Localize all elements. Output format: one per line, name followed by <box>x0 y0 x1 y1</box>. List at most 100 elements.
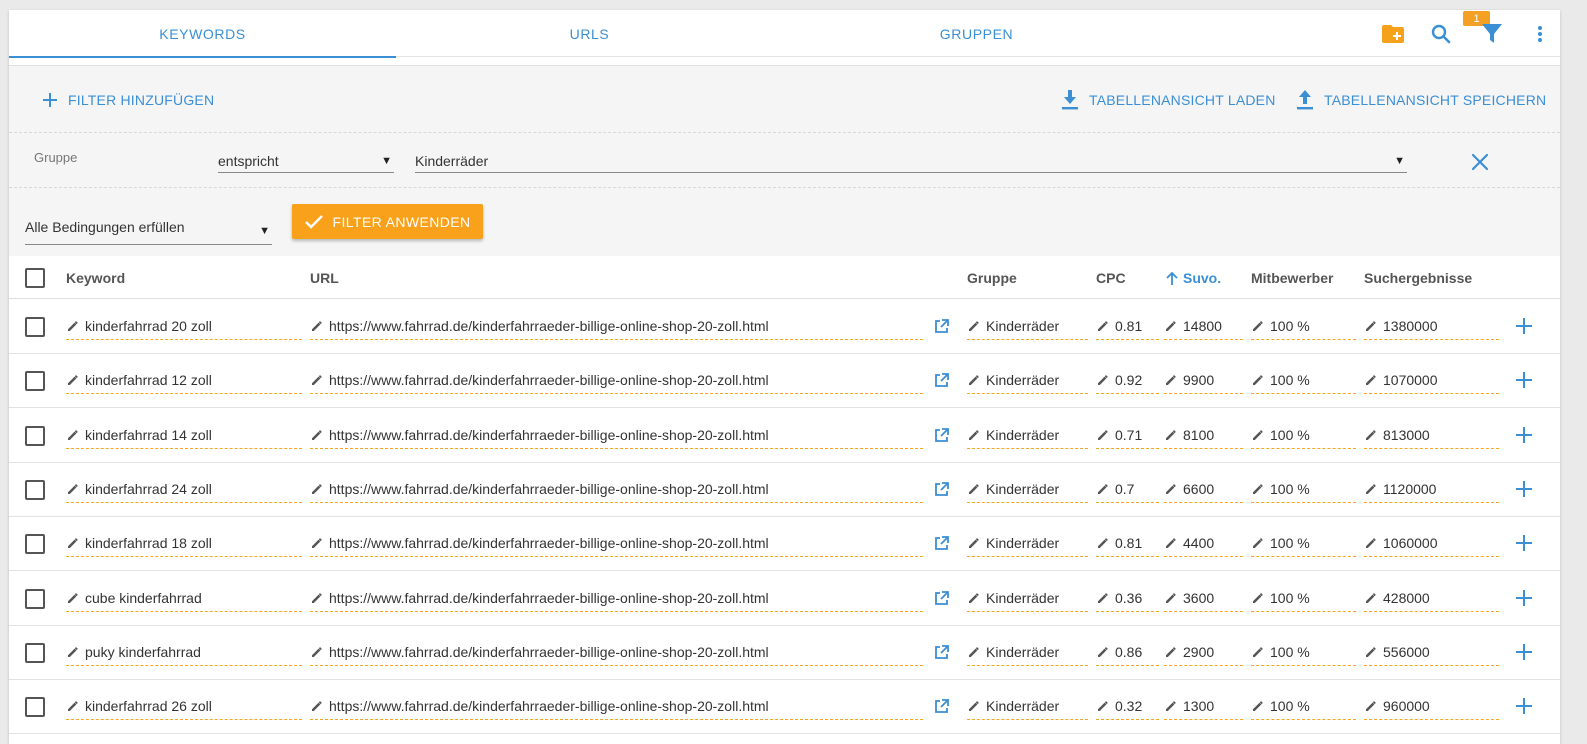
filter-value-select[interactable]: Kinderräder ▼ <box>415 149 1407 173</box>
tab-keywords[interactable]: KEYWORDS <box>9 10 396 58</box>
cpc-cell[interactable]: 0.32 <box>1096 693 1159 721</box>
keyword-cell[interactable]: puky kinderfahrrad <box>66 639 302 666</box>
group-cell[interactable]: Kinderräder <box>967 476 1088 503</box>
open-external-icon[interactable] <box>934 699 950 715</box>
new-folder-icon[interactable] <box>1381 22 1405 46</box>
results-cell[interactable]: 1070000 <box>1364 367 1499 395</box>
match-mode-select[interactable]: Alle Bedingungen erfüllen ▼ <box>25 216 272 245</box>
select-all-checkbox[interactable] <box>25 268 45 288</box>
results-cell[interactable]: 1380000 <box>1364 313 1499 340</box>
column-header-keyword[interactable]: Keyword <box>66 270 125 286</box>
volume-cell[interactable]: 2900 <box>1164 639 1243 666</box>
volume-cell[interactable]: 14800 <box>1164 313 1243 340</box>
add-filter-button[interactable]: FILTER HINZUFÜGEN <box>42 88 214 112</box>
row-checkbox[interactable] <box>25 479 45 500</box>
add-row-icon[interactable] <box>1515 480 1535 500</box>
url-cell[interactable]: https://www.fahrrad.de/kinderfahrraeder-… <box>310 639 923 666</box>
row-checkbox[interactable] <box>25 317 45 337</box>
group-cell[interactable]: Kinderräder <box>967 585 1088 612</box>
volume-cell[interactable]: 4400 <box>1164 530 1243 558</box>
results-cell[interactable]: 1120000 <box>1364 476 1499 503</box>
row-checkbox[interactable] <box>25 588 45 609</box>
cpc-cell[interactable]: 0.86 <box>1096 639 1159 666</box>
remove-filter-icon[interactable] <box>1471 153 1489 171</box>
results-cell[interactable]: 1060000 <box>1364 530 1499 558</box>
group-cell[interactable]: Kinderräder <box>967 530 1088 558</box>
cpc-cell[interactable]: 0.92 <box>1096 367 1159 395</box>
results-cell[interactable]: 960000 <box>1364 693 1499 721</box>
column-header-url[interactable]: URL <box>310 270 339 286</box>
open-external-icon[interactable] <box>934 536 950 552</box>
cpc-cell[interactable]: 0.7 <box>1096 476 1159 503</box>
url-cell[interactable]: https://www.fahrrad.de/kinderfahrraeder-… <box>310 585 923 612</box>
url-cell[interactable]: https://www.fahrrad.de/kinderfahrraeder-… <box>310 367 923 395</box>
row-checkbox[interactable] <box>25 642 45 663</box>
open-external-icon[interactable] <box>934 590 950 607</box>
keyword-cell[interactable]: kinderfahrrad 24 zoll <box>66 476 302 503</box>
add-row-icon[interactable] <box>1515 697 1535 717</box>
volume-cell[interactable]: 8100 <box>1164 422 1243 449</box>
column-header-group[interactable]: Gruppe <box>967 270 1017 286</box>
column-header-results[interactable]: Suchergebnisse <box>1364 270 1472 286</box>
competition-cell[interactable]: 100 % <box>1251 422 1356 449</box>
add-row-icon[interactable] <box>1515 317 1535 337</box>
add-row-icon[interactable] <box>1515 643 1535 663</box>
apply-filter-button[interactable]: FILTER ANWENDEN <box>292 204 483 239</box>
volume-cell[interactable]: 1300 <box>1164 693 1243 721</box>
open-external-icon[interactable] <box>934 373 950 389</box>
competition-cell[interactable]: 100 % <box>1251 476 1356 503</box>
url-cell[interactable]: https://www.fahrrad.de/kinderfahrraeder-… <box>310 476 923 503</box>
url-cell[interactable]: https://www.fahrrad.de/kinderfahrraeder-… <box>310 530 923 558</box>
search-icon[interactable] <box>1429 22 1453 46</box>
url-cell[interactable]: https://www.fahrrad.de/kinderfahrraeder-… <box>310 313 923 340</box>
open-external-icon[interactable] <box>934 319 950 335</box>
add-row-icon[interactable] <box>1515 589 1535 609</box>
keyword-cell[interactable]: kinderfahrrad 18 zoll <box>66 530 302 558</box>
add-row-icon[interactable] <box>1515 371 1535 391</box>
row-checkbox[interactable] <box>25 697 45 718</box>
volume-cell[interactable]: 9900 <box>1164 367 1243 395</box>
url-cell[interactable]: https://www.fahrrad.de/kinderfahrraeder-… <box>310 693 923 721</box>
group-cell[interactable]: Kinderräder <box>967 639 1088 666</box>
results-cell[interactable]: 813000 <box>1364 422 1499 449</box>
competition-cell[interactable]: 100 % <box>1251 693 1356 721</box>
volume-cell[interactable]: 6600 <box>1164 476 1243 503</box>
row-checkbox[interactable] <box>25 371 45 392</box>
column-header-competition[interactable]: Mitbewerber <box>1251 270 1333 286</box>
add-row-icon[interactable] <box>1515 534 1535 554</box>
competition-cell[interactable]: 100 % <box>1251 313 1356 340</box>
open-external-icon[interactable] <box>934 481 950 498</box>
keyword-cell[interactable]: kinderfahrrad 26 zoll <box>66 693 302 721</box>
add-row-icon[interactable] <box>1515 426 1535 446</box>
results-cell[interactable]: 428000 <box>1364 585 1499 612</box>
tab-urls[interactable]: URLS <box>396 10 783 57</box>
keyword-cell[interactable]: kinderfahrrad 12 zoll <box>66 367 302 395</box>
keyword-cell[interactable]: kinderfahrrad 20 zoll <box>66 313 302 340</box>
group-cell[interactable]: Kinderräder <box>967 313 1088 340</box>
cpc-cell[interactable]: 0.81 <box>1096 530 1159 558</box>
row-checkbox[interactable] <box>25 425 45 446</box>
competition-cell[interactable]: 100 % <box>1251 585 1356 612</box>
competition-cell[interactable]: 100 % <box>1251 639 1356 666</box>
filter-icon[interactable] <box>1480 22 1504 46</box>
keyword-cell[interactable]: cube kinderfahrrad <box>66 585 302 612</box>
open-external-icon[interactable] <box>934 427 950 444</box>
column-header-cpc[interactable]: CPC <box>1096 270 1126 286</box>
tab-gruppen[interactable]: GRUPPEN <box>783 10 1170 57</box>
open-external-icon[interactable] <box>934 644 950 661</box>
group-cell[interactable]: Kinderräder <box>967 693 1088 721</box>
more-vert-icon[interactable] <box>1528 22 1552 46</box>
results-cell[interactable]: 556000 <box>1364 639 1499 666</box>
group-cell[interactable]: Kinderräder <box>967 367 1088 395</box>
filter-operator-select[interactable]: entspricht ▼ <box>218 149 394 173</box>
load-view-button[interactable]: TABELLENANSICHT LADEN <box>1061 88 1276 112</box>
url-cell[interactable]: https://www.fahrrad.de/kinderfahrraeder-… <box>310 422 923 449</box>
competition-cell[interactable]: 100 % <box>1251 530 1356 558</box>
cpc-cell[interactable]: 0.81 <box>1096 313 1159 340</box>
keyword-cell[interactable]: kinderfahrrad 14 zoll <box>66 422 302 449</box>
column-header-volume[interactable]: Suvo. <box>1166 270 1221 286</box>
save-view-button[interactable]: TABELLENANSICHT SPEICHERN <box>1296 88 1546 112</box>
cpc-cell[interactable]: 0.71 <box>1096 422 1159 449</box>
row-checkbox[interactable] <box>25 534 45 555</box>
competition-cell[interactable]: 100 % <box>1251 367 1356 395</box>
